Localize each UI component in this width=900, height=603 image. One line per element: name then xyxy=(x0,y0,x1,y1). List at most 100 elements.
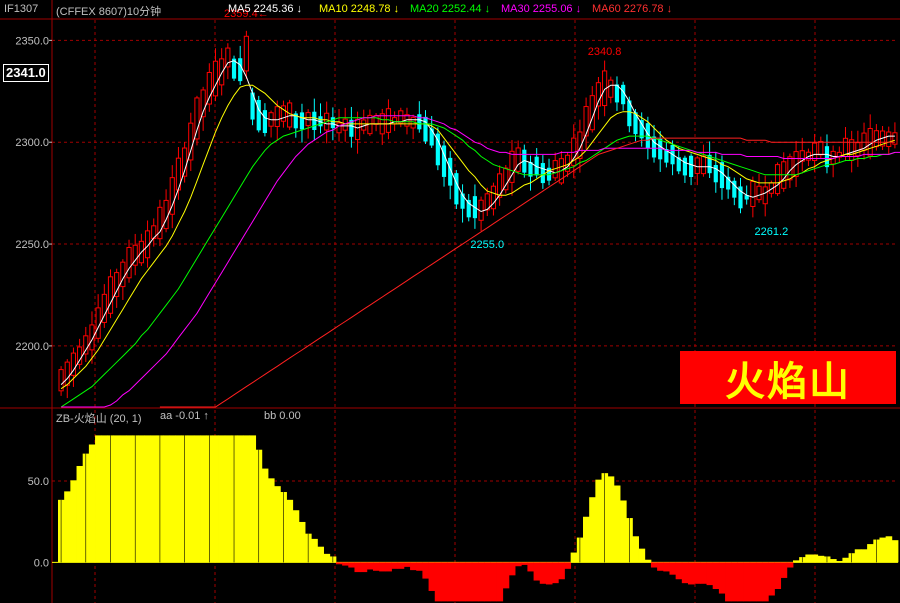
indicator-bar xyxy=(632,536,639,563)
indicator-bar xyxy=(70,480,77,563)
candle-body xyxy=(392,117,398,125)
candle-body xyxy=(287,102,293,128)
candle-body xyxy=(639,120,644,139)
indicator-bar xyxy=(169,435,176,563)
indicator-bar xyxy=(830,559,837,563)
indicator-bar xyxy=(811,554,819,563)
candle-body xyxy=(873,130,879,148)
candle-body xyxy=(336,122,342,134)
candle-body xyxy=(762,186,768,205)
candle-body xyxy=(163,199,169,230)
indicator-bar xyxy=(515,562,522,567)
indicator-bar xyxy=(76,465,84,563)
indicator-bar xyxy=(150,435,158,563)
indicator-bb: bb 0.00 xyxy=(264,410,301,422)
indicator-bar xyxy=(298,521,306,563)
candle-body xyxy=(225,47,231,68)
indicator-bar xyxy=(422,562,429,579)
price-tick-label: 2200.0 xyxy=(15,341,49,353)
indicator-bar xyxy=(453,562,460,602)
candle-body xyxy=(423,116,428,142)
indicator-bar xyxy=(348,562,355,568)
indicator-tick-label: 0.0 xyxy=(34,557,49,569)
indicator-bar xyxy=(570,552,578,563)
indicator-bar xyxy=(187,435,195,563)
candle-body xyxy=(274,106,280,128)
candle-body xyxy=(219,58,225,86)
indicator-bar xyxy=(95,435,102,563)
indicator-bar xyxy=(391,562,399,569)
indicator-bar xyxy=(805,554,812,563)
indicator-bar xyxy=(397,562,405,569)
indicator-bar xyxy=(212,435,219,563)
indicator-bar xyxy=(749,562,757,602)
indicator-bar xyxy=(268,478,275,563)
indicator-bar xyxy=(218,435,226,563)
indicator-bar xyxy=(113,435,121,563)
indicator-bar xyxy=(718,562,726,594)
candle-body xyxy=(812,142,818,161)
candle-body xyxy=(120,261,126,288)
candle-body xyxy=(157,206,163,240)
indicator-bar xyxy=(793,560,800,563)
indicator-bar xyxy=(743,562,751,602)
indicator-bar xyxy=(416,562,423,571)
indicator-bar xyxy=(706,562,714,586)
indicator-bar xyxy=(237,435,244,563)
indicator-bar xyxy=(836,561,843,563)
indicator-bar xyxy=(274,486,281,563)
indicator-bar xyxy=(712,562,720,590)
price-chart[interactable]: 2350.02300.02250.02200.02359.4←2340.8225… xyxy=(0,0,900,603)
candle-body xyxy=(608,79,614,98)
indicator-bar xyxy=(508,562,516,576)
indicator-bar xyxy=(725,562,732,602)
indicator-bar xyxy=(780,562,788,578)
indicator-bar xyxy=(144,435,152,563)
indicator-bar xyxy=(583,516,590,563)
symbol-label: IF1307 xyxy=(4,3,39,15)
indicator-bar xyxy=(249,435,257,563)
indicator-bar xyxy=(101,435,108,563)
indicator-bar xyxy=(502,562,510,589)
indicator-bar xyxy=(465,562,473,602)
indicator-bar xyxy=(323,553,331,563)
candle-body xyxy=(774,164,781,195)
candle-body xyxy=(682,157,687,176)
indicator-bar xyxy=(200,435,207,563)
price-tick-label: 2250.0 xyxy=(15,239,49,251)
indicator-bar xyxy=(558,562,565,580)
indicator-bar xyxy=(317,546,324,563)
indicator-bar xyxy=(768,562,775,596)
indicator-bar xyxy=(731,562,738,602)
indicator-bar xyxy=(403,562,411,567)
indicator-bar xyxy=(224,435,232,563)
indicator-bar xyxy=(545,562,553,585)
indicator-bar xyxy=(478,562,485,602)
indicator-bar xyxy=(379,562,386,572)
indicator-bar xyxy=(552,562,559,584)
indicator-bar xyxy=(786,562,794,568)
indicator-bar xyxy=(354,562,362,573)
indicator-bar xyxy=(471,562,479,602)
candle-body xyxy=(750,181,756,207)
indicator-bar xyxy=(490,562,497,602)
ma30-label: MA30 2255.06 ↓ xyxy=(501,3,582,15)
indicator-bar xyxy=(335,562,343,565)
indicator-bar xyxy=(854,549,862,563)
current-price-box: 2341.0 xyxy=(3,64,49,82)
candle-body xyxy=(373,115,379,125)
indicator-bar xyxy=(539,562,547,584)
candle-body xyxy=(497,173,503,198)
indicator-bar xyxy=(657,562,664,571)
indicator-bar xyxy=(440,562,448,602)
indicator-bar xyxy=(891,540,899,563)
indicator-bar xyxy=(119,435,127,563)
candle-body xyxy=(429,128,434,146)
indicator-bar xyxy=(650,562,658,568)
candle-body xyxy=(713,165,718,183)
price-tick-label: 2350.0 xyxy=(15,35,49,47)
price-annotation: 2255.0 xyxy=(470,239,504,251)
indicator-bar xyxy=(434,562,442,602)
candle-body xyxy=(126,247,132,279)
indicator-bar xyxy=(762,562,769,602)
